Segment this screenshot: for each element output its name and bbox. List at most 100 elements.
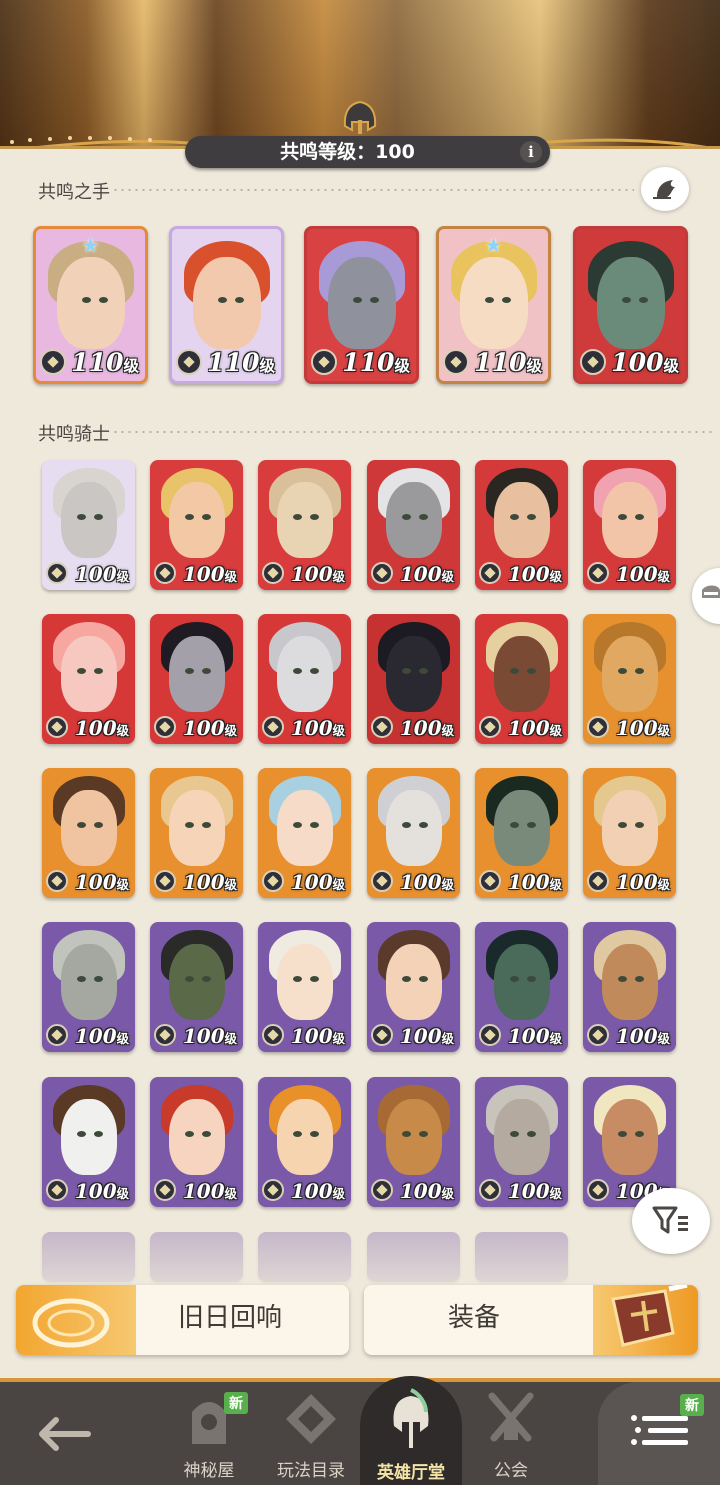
hero-level-unit: 级: [332, 723, 345, 738]
hero-portrait-eye: [201, 668, 211, 674]
hero-card[interactable]: 100级: [258, 922, 351, 1052]
nav-mystery-house[interactable]: 新 神秘屋: [164, 1382, 254, 1485]
hero-card[interactable]: ★ 110级: [436, 226, 551, 384]
hero-portrait-eye: [526, 1131, 536, 1137]
back-button[interactable]: [12, 1382, 112, 1485]
hero-card[interactable]: 100级: [573, 226, 688, 384]
hero-card[interactable]: 100级: [42, 460, 135, 590]
hero-card[interactable]: 100级: [42, 614, 135, 744]
hero-card[interactable]: 100级: [475, 1077, 568, 1207]
hero-card[interactable]: 100级: [367, 614, 460, 744]
hero-level-number: 100: [182, 1024, 225, 1048]
nav-hero-hall[interactable]: 英雄厅堂: [356, 1376, 466, 1485]
nav-guild[interactable]: 公会: [466, 1382, 556, 1485]
old-echo-label: 旧日回响: [178, 1303, 283, 1333]
hero-portrait-eye: [76, 668, 86, 674]
hero-card[interactable]: 100级: [258, 614, 351, 744]
hero-portrait-eye: [526, 822, 536, 828]
hero-level-unit: 级: [224, 877, 237, 892]
menu-button[interactable]: 新: [598, 1382, 720, 1485]
hero-level-unit: 级: [116, 569, 129, 584]
hero-level: 100级: [611, 348, 679, 377]
hero-card[interactable]: 100级: [42, 768, 135, 898]
hero-card[interactable]: 100级: [150, 768, 243, 898]
hero-card[interactable]: 100级: [258, 460, 351, 590]
filter-button[interactable]: [632, 1188, 710, 1254]
hero-card[interactable]: 100级: [42, 1077, 135, 1207]
hero-level: 110级: [342, 348, 410, 377]
info-icon[interactable]: i: [520, 141, 542, 163]
hero-level: 100级: [75, 716, 129, 740]
hero-level-unit: 级: [549, 569, 562, 584]
new-badge: 新: [680, 1394, 704, 1416]
hero-portrait: [276, 944, 333, 1020]
hero-card[interactable]: 100级: [42, 922, 135, 1052]
hero-card[interactable]: 100级: [367, 460, 460, 590]
hero-card[interactable]: ★ 110级: [33, 226, 148, 384]
hero-portrait-eye: [201, 1131, 211, 1137]
hero-card[interactable]: 100级: [475, 460, 568, 590]
hero-card[interactable]: 100级: [150, 460, 243, 590]
hero-card[interactable]: 100级: [475, 922, 568, 1052]
guild-icon: [488, 1392, 534, 1442]
hero-portrait-eye: [292, 514, 302, 520]
hero-portrait-eye: [509, 1131, 519, 1137]
hero-level-number: 100: [182, 1179, 225, 1203]
hero-portrait-eye: [76, 976, 86, 982]
hero-card[interactable]: 100级: [258, 1077, 351, 1207]
hero-portrait-eye: [634, 514, 644, 520]
hero-class-icon: [587, 1024, 609, 1046]
hero-level-unit: 级: [123, 356, 139, 375]
hero-class-icon: [262, 716, 284, 738]
hero-card[interactable]: 100级: [583, 768, 676, 898]
hero-level: 100级: [616, 716, 670, 740]
hero-level-number: 100: [615, 562, 658, 586]
nav-label: 英雄厅堂: [377, 1463, 445, 1483]
hero-level-unit: 级: [441, 1031, 454, 1046]
hero-card[interactable]: 100级: [583, 460, 676, 590]
hero-level: 100级: [183, 562, 237, 586]
side-panel-tab[interactable]: [692, 568, 720, 624]
hero-class-icon: [262, 1024, 284, 1046]
hero-level-number: 100: [182, 870, 225, 894]
hero-class-icon: [40, 349, 66, 375]
hero-portrait-eye: [184, 1131, 194, 1137]
hero-card[interactable]: 110级: [304, 226, 419, 384]
hero-level-unit: 级: [224, 723, 237, 738]
bottom-nav: 新 神秘屋 玩法目录 英雄厅堂 公会 新: [0, 1376, 720, 1485]
hero-level-unit: 级: [259, 356, 275, 375]
hero-card[interactable]: 100级: [150, 922, 243, 1052]
resonance-detail-button[interactable]: [641, 167, 689, 211]
hero-portrait-eye: [292, 668, 302, 674]
hero-level-unit: 级: [657, 723, 670, 738]
star-icon: ★: [81, 233, 100, 257]
nav-catalog[interactable]: 玩法目录: [266, 1382, 356, 1485]
hero-level-unit: 级: [441, 569, 454, 584]
equipment-button[interactable]: 装备: [364, 1282, 698, 1355]
hero-portrait-eye: [201, 976, 211, 982]
hero-portrait: [493, 790, 550, 866]
knights-section-title: 共鸣骑士: [38, 424, 110, 445]
hero-card[interactable]: 100级: [150, 614, 243, 744]
hero-card[interactable]: 100级: [367, 922, 460, 1052]
hero-class-icon: [371, 1024, 393, 1046]
hero-level: 100级: [400, 1024, 454, 1048]
hero-card[interactable]: 100级: [475, 768, 568, 898]
hero-portrait: [385, 790, 442, 866]
hero-portrait-eye: [634, 668, 644, 674]
hero-card[interactable]: 100级: [258, 768, 351, 898]
hero-portrait-eye: [234, 297, 244, 303]
hero-card[interactable]: 100级: [150, 1077, 243, 1207]
hero-card[interactable]: 100级: [583, 922, 676, 1052]
hero-level-number: 100: [74, 562, 117, 586]
hero-card[interactable]: 100级: [367, 1077, 460, 1207]
hero-card[interactable]: 100级: [475, 614, 568, 744]
hero-class-icon: [371, 716, 393, 738]
hero-level-number: 100: [399, 1179, 442, 1203]
hero-level: 100级: [75, 870, 129, 894]
hero-card[interactable]: 110级: [169, 226, 284, 384]
hero-card[interactable]: 100级: [367, 768, 460, 898]
hero-class-icon: [46, 716, 68, 738]
old-echo-button[interactable]: 旧日回响: [16, 1285, 349, 1355]
hero-card[interactable]: 100级: [583, 614, 676, 744]
